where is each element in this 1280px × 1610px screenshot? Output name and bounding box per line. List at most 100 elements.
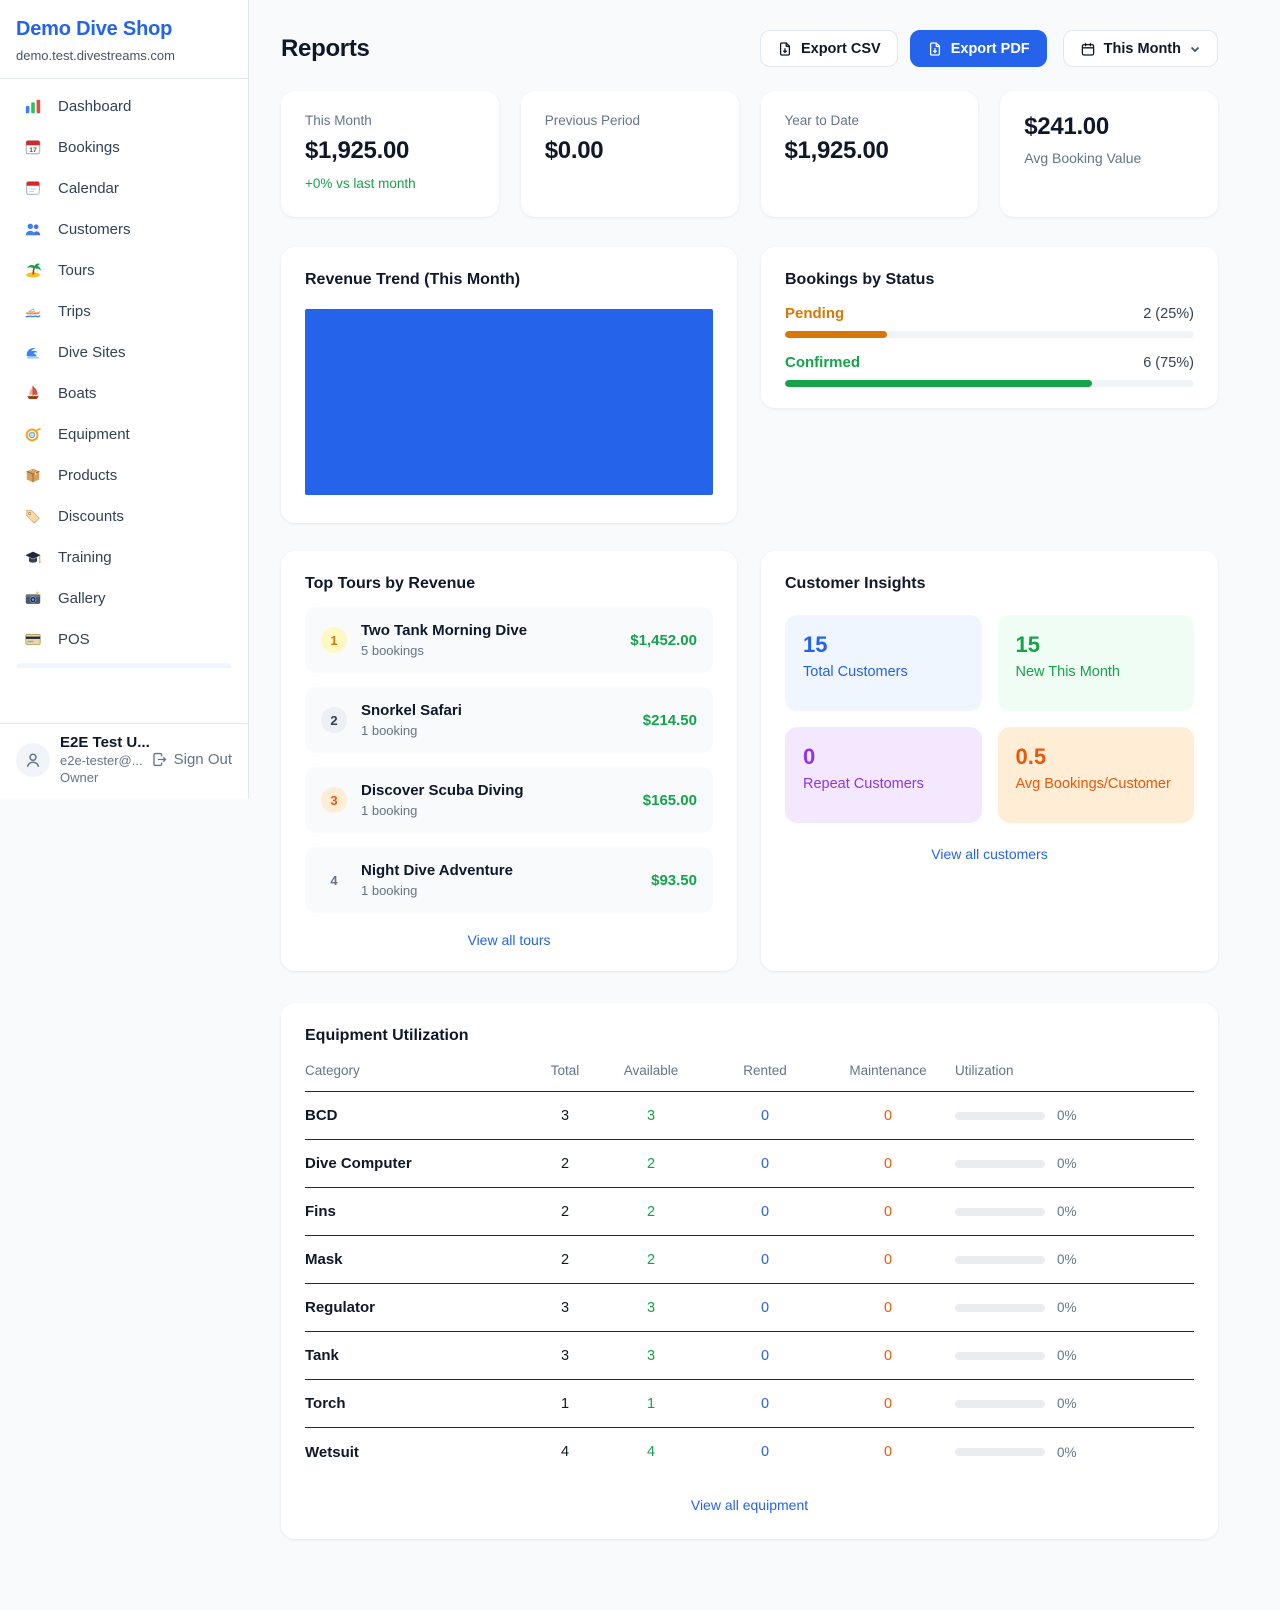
sidebar-item-discounts[interactable]: Discounts bbox=[8, 499, 240, 533]
export-pdf-button[interactable]: Export PDF bbox=[910, 30, 1047, 67]
revenue-trend-card: Revenue Trend (This Month) bbox=[281, 247, 737, 523]
table-row: Regulator33000% bbox=[305, 1284, 1194, 1332]
stat-label: Avg Booking Value bbox=[1024, 150, 1194, 166]
cell-rented: 0 bbox=[709, 1156, 821, 1172]
period-selector[interactable]: This Month bbox=[1063, 30, 1218, 67]
sidebar-item-dive-sites[interactable]: Dive Sites bbox=[8, 335, 240, 369]
sidebar-item-training[interactable]: Training bbox=[8, 540, 240, 574]
user-info: E2E Test U... e2e-tester@... Owner bbox=[60, 734, 150, 785]
stat-card-year-to-date: Year to Date $1,925.00 bbox=[761, 91, 979, 217]
sidebar-item-equipment[interactable]: Equipment bbox=[8, 417, 240, 451]
calendar-icon bbox=[1080, 41, 1096, 57]
sidebar-item-products[interactable]: Products bbox=[8, 458, 240, 492]
sidebar-item-calendar[interactable]: Calendar bbox=[8, 171, 240, 205]
sidebar-item-gallery[interactable]: Gallery bbox=[8, 581, 240, 615]
charts-row: Revenue Trend (This Month) Bookings by S… bbox=[281, 247, 1218, 523]
revenue-trend-chart bbox=[305, 309, 713, 495]
sidebar-item-label: Equipment bbox=[58, 426, 130, 443]
list-item: 3 Discover Scuba Diving 1 booking $165.0… bbox=[305, 767, 713, 833]
chevron-down-icon bbox=[1189, 43, 1201, 55]
cell-category: Mask bbox=[305, 1251, 537, 1268]
tour-amount: $165.00 bbox=[643, 792, 697, 809]
sidebar-item-label: Discounts bbox=[58, 508, 124, 525]
people-icon bbox=[24, 220, 42, 238]
tile-new-this-month: 15 New This Month bbox=[998, 615, 1195, 711]
sidebar-user-footer: E2E Test U... e2e-tester@... Owner Sign … bbox=[0, 723, 248, 799]
cell-total: 1 bbox=[537, 1396, 593, 1412]
cell-available: 4 bbox=[593, 1444, 709, 1460]
status-value: 6 (75%) bbox=[1143, 355, 1194, 371]
sidebar-item-label: Products bbox=[58, 467, 117, 484]
tour-amount: $1,452.00 bbox=[630, 632, 697, 649]
sidebar-item-label: Calendar bbox=[58, 180, 119, 197]
page-header: Reports Export CSV Export PDF This Month bbox=[281, 30, 1218, 67]
cell-total: 2 bbox=[537, 1204, 593, 1220]
wave-icon bbox=[24, 343, 42, 361]
utilization-percent: 0% bbox=[1057, 1252, 1077, 1267]
export-csv-button[interactable]: Export CSV bbox=[760, 30, 898, 67]
cell-total: 3 bbox=[537, 1300, 593, 1316]
sidebar-item-reports-partial[interactable] bbox=[16, 663, 232, 668]
sidebar-item-dashboard[interactable]: Dashboard bbox=[8, 89, 240, 123]
utilization-bar bbox=[955, 1112, 1045, 1120]
view-all-equipment-link[interactable]: View all equipment bbox=[305, 1497, 1194, 1513]
cell-rented: 0 bbox=[709, 1204, 821, 1220]
user-email: e2e-tester@... bbox=[60, 753, 150, 768]
stat-value: $0.00 bbox=[545, 137, 715, 165]
svg-text:17: 17 bbox=[29, 147, 37, 154]
equipment-utilization-card: Equipment Utilization Category Total Ava… bbox=[281, 1003, 1218, 1539]
utilization-percent: 0% bbox=[1057, 1396, 1077, 1411]
cell-utilization: 0% bbox=[955, 1204, 1194, 1219]
cell-category: Wetsuit bbox=[305, 1444, 537, 1461]
package-icon bbox=[24, 466, 42, 484]
stat-card-avg-booking-value: $241.00 Avg Booking Value bbox=[1000, 91, 1218, 217]
stat-card-this-month: This Month $1,925.00 +0% vs last month bbox=[281, 91, 499, 217]
rank-badge: 2 bbox=[321, 707, 347, 733]
cell-rented: 0 bbox=[709, 1252, 821, 1268]
sidebar-item-bookings[interactable]: 17 Bookings bbox=[8, 130, 240, 164]
sidebar-item-label: POS bbox=[58, 631, 90, 648]
utilization-bar bbox=[955, 1304, 1045, 1312]
column-header: Maintenance bbox=[821, 1063, 955, 1078]
tile-value: 15 bbox=[803, 632, 964, 658]
tile-value: 15 bbox=[1016, 632, 1177, 658]
cell-rented: 0 bbox=[709, 1108, 821, 1124]
cell-utilization: 0% bbox=[955, 1108, 1194, 1123]
file-export-icon bbox=[927, 41, 943, 57]
sidebar-item-label: Training bbox=[58, 549, 112, 566]
bar-chart-icon bbox=[24, 97, 42, 115]
sign-out-label: Sign Out bbox=[174, 751, 232, 768]
cell-utilization: 0% bbox=[955, 1156, 1194, 1171]
tag-icon bbox=[24, 507, 42, 525]
table-row: Tank33000% bbox=[305, 1332, 1194, 1380]
tear-off-calendar-icon bbox=[24, 179, 42, 197]
avatar bbox=[16, 743, 50, 777]
cell-maintenance: 0 bbox=[821, 1108, 955, 1124]
sidebar-item-boats[interactable]: Boats bbox=[8, 376, 240, 410]
tour-name: Snorkel Safari bbox=[361, 702, 462, 719]
table-body: BCD33000%Dive Computer22000%Fins22000%Ma… bbox=[305, 1092, 1194, 1476]
file-export-icon bbox=[777, 41, 793, 57]
sidebar-item-tours[interactable]: Tours bbox=[8, 253, 240, 287]
sidebar-item-customers[interactable]: Customers bbox=[8, 212, 240, 246]
tour-amount: $93.50 bbox=[651, 872, 697, 889]
tour-bookings: 1 booking bbox=[361, 803, 524, 818]
cell-total: 2 bbox=[537, 1156, 593, 1172]
equipment-utilization-title: Equipment Utilization bbox=[305, 1027, 1194, 1045]
view-all-customers-link[interactable]: View all customers bbox=[785, 846, 1194, 862]
cell-available: 3 bbox=[593, 1300, 709, 1316]
tile-value: 0.5 bbox=[1016, 744, 1177, 770]
cell-available: 2 bbox=[593, 1156, 709, 1172]
view-all-tours-link[interactable]: View all tours bbox=[305, 932, 713, 948]
utilization-percent: 0% bbox=[1057, 1445, 1077, 1460]
cell-category: BCD bbox=[305, 1107, 537, 1124]
table-row: Torch11000% bbox=[305, 1380, 1194, 1428]
cell-maintenance: 0 bbox=[821, 1444, 955, 1460]
utilization-bar bbox=[955, 1208, 1045, 1216]
table-header: Category Total Available Rented Maintena… bbox=[305, 1063, 1194, 1092]
sidebar-item-pos[interactable]: POS bbox=[8, 622, 240, 656]
table-row: Fins22000% bbox=[305, 1188, 1194, 1236]
sidebar-item-trips[interactable]: Trips bbox=[8, 294, 240, 328]
sign-out-button[interactable]: Sign Out bbox=[151, 751, 232, 768]
sidebar: Demo Dive Shop demo.test.divestreams.com… bbox=[0, 0, 249, 799]
